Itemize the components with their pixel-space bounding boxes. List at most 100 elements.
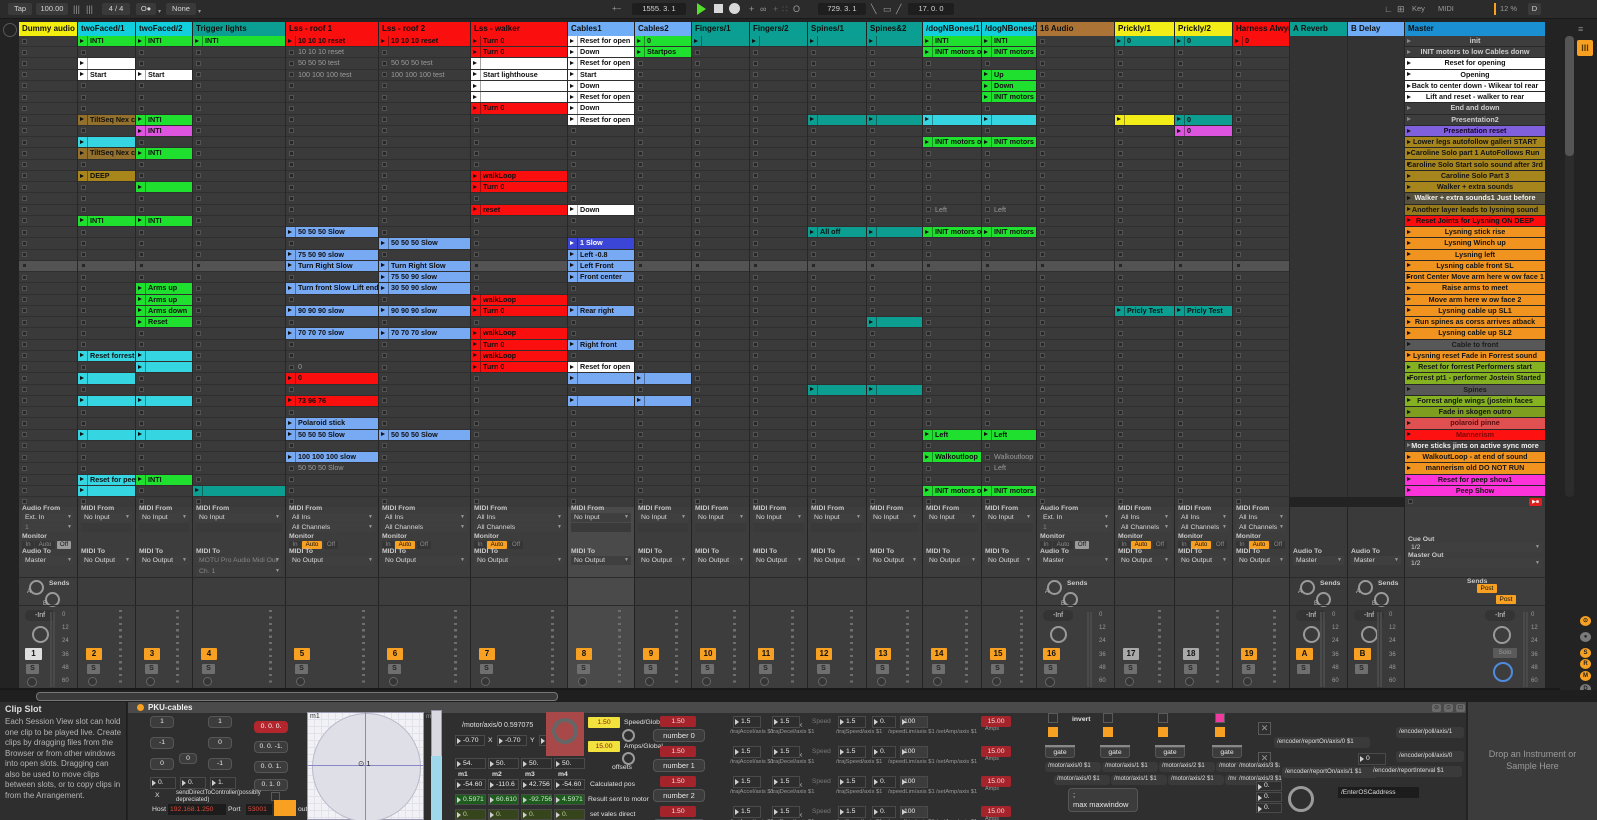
clip-slot[interactable]	[471, 272, 567, 282]
clip-stop-button[interactable]	[753, 376, 758, 381]
clip[interactable]	[471, 58, 567, 68]
port-field[interactable]: 53001	[246, 804, 272, 815]
clip-slot[interactable]	[1175, 238, 1232, 248]
clip-stop-button[interactable]	[382, 151, 387, 156]
clip-slot[interactable]	[19, 205, 77, 215]
clip-stop-button[interactable]	[870, 477, 875, 482]
clip-stop-button[interactable]	[474, 140, 479, 145]
clip-slot[interactable]	[286, 475, 378, 485]
clip-stop-button[interactable]	[926, 421, 931, 426]
track-activator[interactable]: A	[1296, 648, 1313, 660]
midi-from-dropdown[interactable]: No Input▼	[638, 513, 688, 522]
clip-stop-button[interactable]	[1040, 241, 1045, 246]
clip-slot[interactable]	[1037, 351, 1114, 361]
clip-stop-button[interactable]	[638, 432, 643, 437]
clip-slot[interactable]	[923, 272, 981, 282]
clip-slot[interactable]	[923, 250, 981, 260]
stop-all-track-button[interactable]	[1118, 499, 1123, 504]
clip-stop-button[interactable]	[695, 61, 700, 66]
clip-stop-button[interactable]	[695, 275, 700, 280]
clip[interactable]: INTI	[78, 216, 135, 226]
clip-stop-button[interactable]	[926, 207, 931, 212]
clip-slot[interactable]	[635, 362, 691, 372]
clip-slot[interactable]	[808, 317, 866, 327]
track-header-lss-roof-2[interactable]: Lss - roof 2	[379, 22, 470, 36]
clip-stop-button[interactable]	[571, 443, 576, 448]
clip-launch-button[interactable]	[923, 452, 933, 462]
midi-from-dropdown[interactable]: All Ins▼	[1178, 513, 1229, 522]
scene[interactable]: Walker + extra sounds1 Just before carol…	[1405, 193, 1545, 203]
clip-stop-button[interactable]	[1236, 83, 1241, 88]
nudge-up-icon[interactable]: |||	[86, 2, 93, 16]
clip[interactable]: Polaroid stick	[286, 418, 378, 428]
clip-slot[interactable]	[1175, 407, 1232, 417]
clip-slot[interactable]	[193, 463, 285, 473]
clip-slot[interactable]	[19, 216, 77, 226]
clip-stop-button[interactable]	[1236, 365, 1241, 370]
clip-slot[interactable]	[1175, 463, 1232, 473]
clip-stop-button[interactable]	[1118, 128, 1123, 133]
vertical-scrollbar-handle[interactable]	[1565, 36, 1574, 156]
clip-stop-button[interactable]	[196, 432, 201, 437]
midi-from-dropdown[interactable]: No Input▼	[811, 513, 863, 522]
host-field[interactable]: 192.168.1.250	[168, 804, 226, 815]
clip-stop-button[interactable]	[1040, 218, 1045, 223]
clip-stop-button[interactable]	[382, 207, 387, 212]
clip-stop-button[interactable]	[1178, 95, 1183, 100]
device-button-1[interactable]: 1	[208, 716, 232, 728]
clip-slot[interactable]: 50 50 50 test	[286, 58, 378, 68]
stop-all-track-button[interactable]	[811, 499, 816, 504]
clip-slot[interactable]	[867, 160, 922, 170]
traj-accel-numbox[interactable]: 1.5	[733, 716, 761, 728]
clip-stop-button[interactable]	[571, 387, 576, 392]
clip-stop-button[interactable]	[985, 455, 990, 460]
clip-slot[interactable]	[750, 396, 807, 406]
audio-to-dropdown[interactable]: Master▼	[1351, 556, 1401, 565]
midi-to-dropdown[interactable]: No Output▼	[1118, 556, 1171, 565]
clip-slot[interactable]	[193, 306, 285, 316]
clip-slot[interactable]	[379, 227, 470, 237]
clip-slot[interactable]	[193, 126, 285, 136]
clip-stop-button[interactable]	[571, 455, 576, 460]
clip-stop-button[interactable]	[985, 365, 990, 370]
track-header-spines-1[interactable]: Spines/1	[808, 22, 866, 36]
solo-button[interactable]: S	[1044, 664, 1057, 674]
clip-stop-button[interactable]	[870, 162, 875, 167]
stop-all-track-button[interactable]	[139, 499, 144, 504]
clip-stop-button[interactable]	[81, 297, 86, 302]
clip-stop-button[interactable]	[289, 50, 294, 55]
clip-stop-button[interactable]	[1236, 398, 1241, 403]
clip-stop-button[interactable]	[926, 353, 931, 358]
clip-slot[interactable]	[136, 137, 192, 147]
clip-launch-button[interactable]	[136, 351, 146, 361]
clip-slot[interactable]	[635, 92, 691, 102]
clip-slot[interactable]	[982, 126, 1036, 136]
clip-stop-button[interactable]	[1040, 95, 1045, 100]
clip-stop-button[interactable]	[638, 342, 643, 347]
osc-address-field[interactable]: /EnterOSCaddress	[1338, 787, 1419, 798]
clip-launch-button[interactable]	[923, 430, 933, 440]
clip-stop-button[interactable]	[22, 477, 27, 482]
clip[interactable]: 10 10 10 reset	[379, 36, 470, 46]
device-window-icon[interactable]: ⊖	[1432, 704, 1441, 712]
clip-stop-button[interactable]	[638, 331, 643, 336]
clip-slot[interactable]	[923, 148, 981, 158]
clip-stop-button[interactable]	[382, 218, 387, 223]
clip-stop-button[interactable]	[638, 252, 643, 257]
solo-button[interactable]: S	[1242, 664, 1255, 674]
clip-stop-button[interactable]	[926, 196, 931, 201]
clip-stop-button[interactable]	[22, 252, 27, 257]
clip-slot[interactable]	[1115, 486, 1174, 496]
clip-slot[interactable]	[1175, 70, 1232, 80]
clip-launch-button[interactable]	[1175, 306, 1185, 316]
clip-stop-button[interactable]	[753, 95, 758, 100]
clip-stop-button[interactable]	[22, 207, 27, 212]
clip-stop-button[interactable]	[638, 353, 643, 358]
draw-mode-icon[interactable]: ∟	[1384, 2, 1393, 16]
clip-slot[interactable]	[78, 238, 135, 248]
clip-stop-button[interactable]	[22, 466, 27, 471]
clip-slot[interactable]	[1175, 148, 1232, 158]
clip-slot[interactable]	[78, 261, 135, 271]
clip-launch-button[interactable]	[568, 115, 578, 125]
clip-stop-button[interactable]	[1178, 275, 1183, 280]
